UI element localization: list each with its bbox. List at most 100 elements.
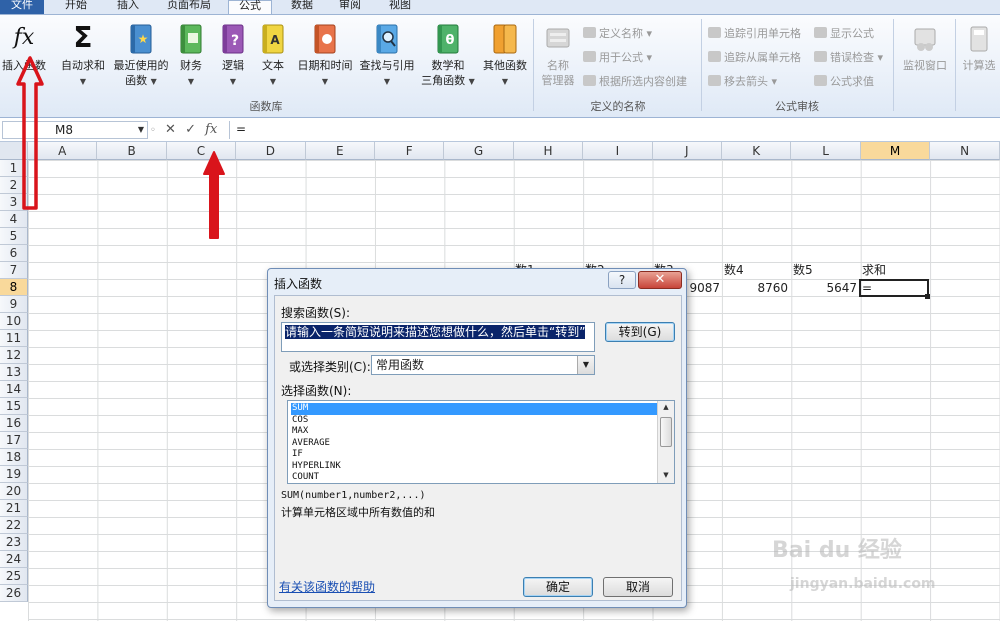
function-list-item[interactable]: COUNT	[291, 472, 657, 484]
column-header-m[interactable]: M	[860, 142, 931, 160]
column-header-n[interactable]: N	[930, 142, 1000, 160]
row-header-8[interactable]: 8	[0, 279, 28, 296]
book-theta-icon: θ	[437, 24, 459, 54]
row-header-17[interactable]: 17	[0, 432, 28, 449]
chevron-down-icon[interactable]: ▼	[577, 356, 594, 374]
cell-l7[interactable]: 数5	[793, 262, 853, 279]
row-header-4[interactable]: 4	[0, 211, 28, 228]
formula-input[interactable]: =	[229, 121, 999, 139]
category-select[interactable]: 常用函数 ▼	[371, 355, 595, 375]
row-header-5[interactable]: 5	[0, 228, 28, 245]
row-header-7[interactable]: 7	[0, 262, 28, 279]
recent-functions-button[interactable]: ★ 最近使用的 函数 ▼	[110, 23, 172, 89]
row-header-11[interactable]: 11	[0, 330, 28, 347]
logic-button[interactable]: ? 逻辑 ▼	[216, 23, 250, 89]
cancel-button[interactable]: 取消	[603, 577, 673, 597]
row-header-21[interactable]: 21	[0, 500, 28, 517]
scroll-thumb[interactable]	[660, 417, 672, 447]
fill-handle[interactable]	[925, 294, 930, 299]
row-header-25[interactable]: 25	[0, 568, 28, 585]
tab-home[interactable]: 开始	[56, 0, 96, 14]
scroll-down-icon[interactable]: ▼	[658, 471, 674, 479]
column-header-l[interactable]: L	[791, 142, 861, 160]
dialog-help-button[interactable]: ?	[608, 271, 636, 289]
tab-review[interactable]: 审阅	[330, 0, 370, 14]
use-in-formula-button[interactable]: 用于公式 ▾	[583, 51, 652, 65]
row-header-26[interactable]: 26	[0, 585, 28, 602]
tab-data[interactable]: 数据	[282, 0, 322, 14]
row-header-24[interactable]: 24	[0, 551, 28, 568]
row-header-20[interactable]: 20	[0, 483, 28, 500]
cell-m7[interactable]: 求和	[862, 262, 922, 279]
cell-l8[interactable]: 5647	[793, 280, 857, 297]
cell-k8[interactable]: 8760	[724, 280, 788, 297]
tab-page-layout[interactable]: 页面布局	[160, 0, 218, 14]
remove-arrows-button[interactable]: 移去箭头 ▾	[708, 75, 777, 89]
column-header-i[interactable]: I	[583, 142, 653, 160]
row-header-15[interactable]: 15	[0, 398, 28, 415]
function-description: 计算单元格区域中所有数值的和	[281, 506, 435, 519]
row-header-12[interactable]: 12	[0, 347, 28, 364]
tab-file[interactable]: 文件	[0, 0, 44, 14]
row-header-6[interactable]: 6	[0, 245, 28, 262]
lookup-button[interactable]: 查找与引用 ▼	[356, 23, 418, 89]
create-from-selection-button[interactable]: 根据所选内容创建	[583, 75, 687, 89]
function-list[interactable]: SUM COS MAX AVERAGE IF HYPERLINK COUNT ▲…	[287, 400, 675, 484]
function-list-item[interactable]: HYPERLINK	[291, 461, 657, 473]
evaluate-formula-button[interactable]: 公式求值	[814, 75, 874, 89]
define-name-button[interactable]: 定义名称 ▾	[583, 27, 652, 41]
finance-button[interactable]: 财务 ▼	[174, 23, 208, 89]
function-list-item[interactable]: MAX	[291, 426, 657, 438]
column-header-d[interactable]: D	[236, 142, 306, 160]
trace-precedents-button[interactable]: 追踪引用单元格	[708, 27, 801, 41]
search-input[interactable]: 请输入一条简短说明来描述您想做什么，然后单击“转到”	[281, 322, 595, 352]
column-header-k[interactable]: K	[722, 142, 792, 160]
row-header-18[interactable]: 18	[0, 449, 28, 466]
row-header-19[interactable]: 19	[0, 466, 28, 483]
row-header-23[interactable]: 23	[0, 534, 28, 551]
text-button[interactable]: A 文本 ▼	[256, 23, 290, 89]
ok-button[interactable]: 确定	[523, 577, 593, 597]
cell-j8[interactable]: 9087	[686, 280, 720, 297]
cancel-icon[interactable]: ✕	[165, 122, 176, 137]
row-header-14[interactable]: 14	[0, 381, 28, 398]
row-header-13[interactable]: 13	[0, 364, 28, 381]
autosum-button[interactable]: Σ 自动求和 ▼	[58, 23, 108, 89]
column-header-f[interactable]: F	[375, 142, 445, 160]
datetime-button[interactable]: 日期和时间 ▼	[294, 23, 356, 89]
column-header-j[interactable]: J	[652, 142, 722, 160]
row-header-22[interactable]: 22	[0, 517, 28, 534]
dialog-close-button[interactable]: ✕	[638, 271, 682, 289]
tab-formulas[interactable]: 公式	[228, 0, 272, 15]
tab-view[interactable]: 视图	[380, 0, 420, 14]
row-header-9[interactable]: 9	[0, 296, 28, 313]
chevron-down-icon[interactable]: ▼	[138, 122, 144, 138]
show-formulas-button[interactable]: 显示公式	[814, 27, 874, 41]
calc-options-button[interactable]: 计算选	[958, 23, 1000, 73]
function-list-scrollbar[interactable]: ▲ ▼	[657, 401, 674, 483]
name-manager-button[interactable]: 名称 管理器	[536, 23, 580, 88]
tab-insert[interactable]: 插入	[108, 0, 148, 14]
math-trig-button[interactable]: θ 数学和 三角函数 ▼	[420, 23, 476, 89]
scroll-up-icon[interactable]: ▲	[658, 403, 674, 411]
column-header-b[interactable]: B	[97, 142, 167, 160]
column-header-g[interactable]: G	[444, 142, 514, 160]
row-header-10[interactable]: 10	[0, 313, 28, 330]
fx-icon[interactable]: fx	[205, 122, 217, 137]
other-functions-button[interactable]: 其他函数 ▼	[478, 23, 532, 89]
function-list-item[interactable]: IF	[291, 449, 657, 461]
check-icon[interactable]: ✓	[185, 122, 196, 137]
function-help-link[interactable]: 有关该函数的帮助	[279, 578, 375, 595]
trace-dependents-button[interactable]: 追踪从属单元格	[708, 51, 801, 65]
go-button[interactable]: 转到(G)	[605, 322, 675, 342]
function-list-item[interactable]: AVERAGE	[291, 438, 657, 450]
expand-icon[interactable]: ◦	[150, 125, 156, 136]
function-list-item[interactable]: SUM	[291, 403, 657, 415]
column-header-e[interactable]: E	[305, 142, 375, 160]
error-check-button[interactable]: 错误检查 ▾	[814, 51, 883, 65]
watch-window-button[interactable]: 监视窗口	[898, 23, 952, 73]
row-header-16[interactable]: 16	[0, 415, 28, 432]
function-list-item[interactable]: COS	[291, 415, 657, 427]
cell-k7[interactable]: 数4	[724, 262, 784, 279]
column-header-h[interactable]: H	[513, 142, 584, 160]
